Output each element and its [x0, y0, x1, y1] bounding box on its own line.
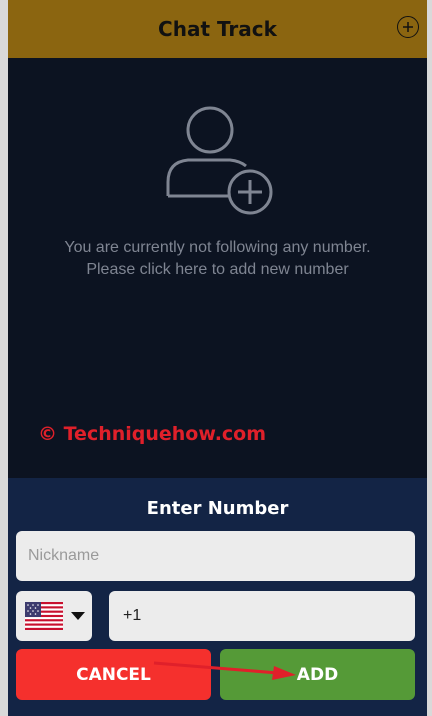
us-flag-icon: [25, 602, 63, 630]
app-screen: Chat Track You are currently not followi…: [8, 0, 427, 716]
dialog-title: Enter Number: [146, 498, 289, 519]
nickname-input[interactable]: [16, 531, 415, 581]
phone-number-input[interactable]: [109, 591, 415, 641]
empty-state-line-1: You are currently not following any numb…: [64, 239, 371, 256]
add-user-icon: [166, 106, 272, 215]
plus-circle-icon[interactable]: [397, 16, 419, 38]
app-title: Chat Track: [158, 17, 277, 41]
caret-down-icon: [71, 612, 85, 620]
country-selector[interactable]: [16, 591, 92, 641]
empty-state-message: You are currently not following any numb…: [8, 237, 427, 280]
empty-state[interactable]: You are currently not following any numb…: [8, 100, 427, 280]
empty-state-line-2: Please click here to add new number: [86, 260, 349, 278]
plus-icon: [403, 22, 413, 32]
annotation-arrow: [153, 661, 296, 680]
app-header: Chat Track: [8, 0, 427, 58]
watermark: © Techniquehow.com: [38, 423, 267, 445]
